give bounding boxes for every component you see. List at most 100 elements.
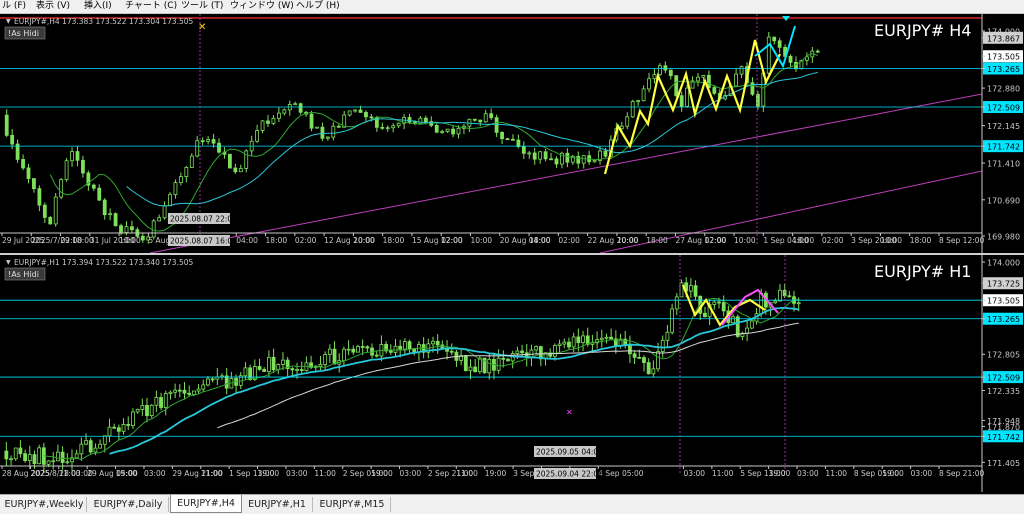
- candle: [418, 117, 423, 125]
- candle: [788, 56, 793, 63]
- candle: [4, 450, 9, 460]
- candle: [293, 103, 298, 106]
- candle: [206, 378, 210, 386]
- candle: [121, 424, 126, 432]
- menu-file[interactable]: ル (F): [2, 0, 26, 13]
- candle: [423, 117, 428, 123]
- candle: [576, 336, 581, 343]
- candle: [53, 196, 58, 225]
- price-axis: [982, 14, 1024, 253]
- chart-h1[interactable]: 174.000 173.725 173.505 173.265 172.805 172.5…: [0, 255, 1024, 492]
- candle: [351, 348, 356, 353]
- candle: [266, 120, 270, 124]
- candle: [342, 348, 346, 362]
- candle: [581, 155, 586, 164]
- candle: [201, 384, 206, 390]
- candle: [623, 338, 628, 345]
- candle: [295, 369, 299, 371]
- candle: [581, 335, 585, 343]
- candle: [189, 155, 194, 168]
- chart-watermark: EURJPY# H1: [874, 262, 971, 281]
- tab-eurjpy-daily[interactable]: EURJPY#,Daily: [88, 497, 169, 512]
- candle: [195, 140, 200, 157]
- candle: [358, 109, 363, 113]
- candle: [374, 354, 379, 357]
- candle: [534, 346, 539, 351]
- candle: [260, 120, 265, 131]
- time-tick-label: 03:00: [797, 469, 819, 478]
- candle: [632, 353, 637, 358]
- candle: [567, 341, 571, 348]
- menu-view[interactable]: 表示 (V): [36, 0, 70, 13]
- tab-eurjpy-weekly[interactable]: EURJPY#,Weekly: [2, 497, 87, 512]
- candle: [721, 302, 726, 312]
- candle: [70, 151, 74, 162]
- time-tick-label: 18:00: [266, 236, 288, 245]
- candle: [521, 146, 526, 154]
- candle: [107, 426, 112, 437]
- chart-svg[interactable]: 174.000173.867173.505173.265172.880172.5…: [0, 14, 1024, 253]
- candle: [23, 453, 27, 461]
- time-tick-label: 04:00: [236, 236, 258, 245]
- candle: [693, 285, 698, 297]
- candle: [393, 345, 398, 353]
- candle: [315, 126, 319, 129]
- candle: [388, 350, 393, 353]
- candle: [772, 36, 777, 42]
- menu-help[interactable]: ヘルプ (H): [296, 0, 340, 13]
- price-tick-label: 174.000: [987, 259, 1020, 268]
- time-tick-label: 11:00: [59, 469, 81, 478]
- tab-eurjpy-h1[interactable]: EURJPY#,H1: [242, 497, 313, 512]
- tab-eurjpy-h4[interactable]: EURJPY#,H4: [170, 495, 242, 513]
- time-crosshair-label: 2025.09.05 04:00: [536, 448, 603, 457]
- candle: [59, 179, 64, 198]
- menu-chart[interactable]: チャート (C): [125, 0, 177, 13]
- candle: [516, 139, 521, 147]
- candle: [243, 367, 248, 377]
- trend-line: [149, 85, 1024, 253]
- candle: [749, 320, 754, 329]
- candle: [773, 300, 778, 304]
- time-tick-label: 11:00: [314, 469, 336, 478]
- candle: [679, 282, 684, 298]
- time-tick-label: 19:00: [769, 469, 791, 478]
- candle: [360, 346, 365, 348]
- menu-insert[interactable]: 挿入(I): [84, 0, 112, 13]
- candle: [298, 103, 303, 113]
- candle: [663, 65, 668, 71]
- chart-svg[interactable]: 174.000 173.725 173.505 173.265 172.805 172.5…: [0, 255, 1024, 492]
- price-tick-label: 170.690: [987, 196, 1020, 205]
- candle: [108, 213, 113, 216]
- menu-window[interactable]: ウィンドウ (W): [230, 0, 294, 13]
- candle: [276, 364, 281, 371]
- candle: [124, 226, 129, 233]
- candle: [652, 74, 657, 80]
- candle: [56, 451, 60, 462]
- candle: [496, 357, 501, 371]
- collapse-icon: ▼: [6, 18, 11, 25]
- candle: [119, 225, 123, 233]
- candle: [9, 458, 13, 461]
- candle: [102, 435, 107, 445]
- candle: [501, 357, 506, 360]
- candle: [511, 138, 515, 141]
- time-tick-label: 03:00: [911, 469, 933, 478]
- candle: [51, 460, 56, 463]
- candle: [787, 295, 792, 298]
- candle: [592, 160, 597, 163]
- candle: [113, 213, 118, 227]
- candle: [796, 302, 801, 305]
- tab-eurjpy-m15[interactable]: EURJPY#,M15: [314, 497, 391, 512]
- candle: [543, 151, 548, 160]
- candle: [660, 339, 665, 352]
- candle: [391, 125, 396, 129]
- candle: [494, 117, 499, 133]
- candle: [93, 447, 98, 453]
- candle: [177, 389, 182, 392]
- price-tick-label: 173.505: [987, 297, 1020, 306]
- chart-h4[interactable]: 174.000173.867173.505173.265172.880172.5…: [0, 14, 1024, 253]
- candle: [520, 350, 524, 354]
- candle: [380, 126, 385, 129]
- menu-tools[interactable]: ツール (T): [181, 0, 223, 13]
- candle: [609, 336, 614, 340]
